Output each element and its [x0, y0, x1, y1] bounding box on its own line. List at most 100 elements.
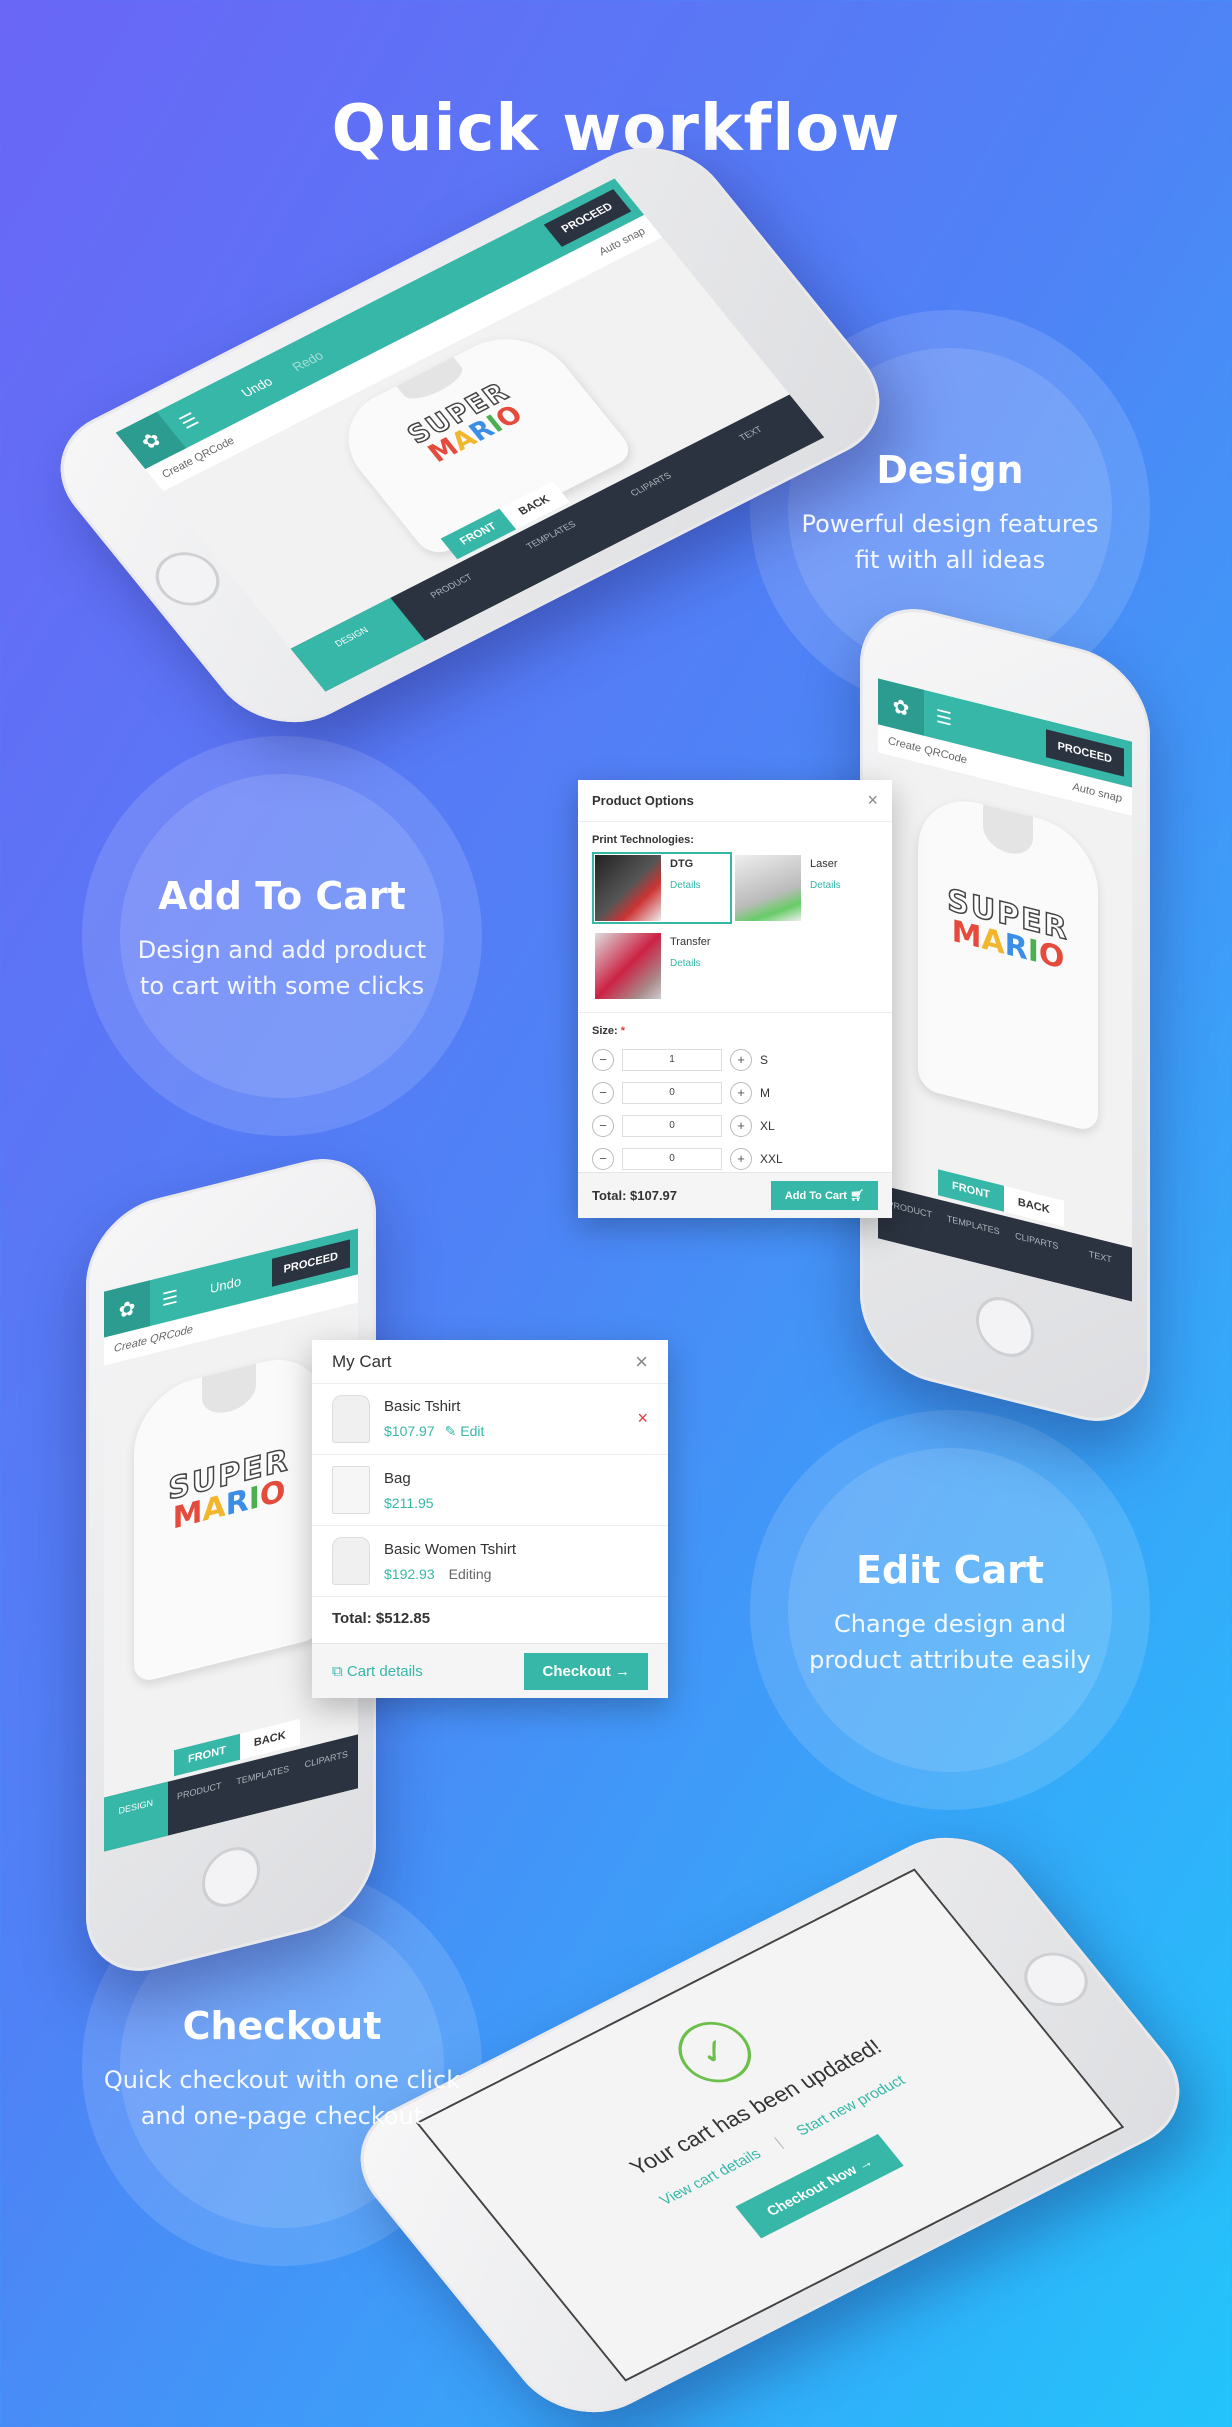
print-tech-label: Print Technologies: [592, 834, 694, 846]
tshirt-collar [982, 804, 1034, 860]
item-name: Basic Women Tshirt [384, 1540, 516, 1558]
item-price: $107.97 [384, 1423, 435, 1439]
decrement-button[interactable]: − [592, 1147, 614, 1170]
cart-item: Basic Tshirt $107.97 ✎ Edit × [312, 1384, 668, 1455]
undo-button[interactable]: Undo [210, 1273, 241, 1296]
remove-icon[interactable]: × [637, 1408, 648, 1429]
feature-title: Edit Cart [855, 1548, 1044, 1592]
cart-item: Basic Women Tshirt $192.93 Editing [312, 1526, 668, 1597]
undo-button[interactable]: Undo [238, 374, 275, 400]
nav-text[interactable]: TEXT [1069, 1232, 1133, 1302]
item-price: $192.93 [384, 1565, 435, 1582]
quantity-input[interactable]: 0 [622, 1081, 722, 1104]
home-button [976, 1290, 1034, 1364]
popup-header: Product Options × [578, 780, 892, 822]
cart-total: Total: $512.85 [332, 1610, 431, 1627]
nav-cliparts[interactable]: CLIPARTS [1005, 1216, 1069, 1286]
tshirt-preview: SUPER MARIO [918, 788, 1098, 1134]
menu-icon[interactable]: ☰ [924, 702, 964, 733]
feature-title: Checkout [182, 2004, 382, 2048]
feature-desc: Change design and product attribute easi… [809, 1610, 1091, 1674]
mario-print: SUPER MARIO [167, 1442, 290, 1537]
feature-title: Design [876, 448, 1024, 492]
size-row-s: − 1 + S [578, 1043, 892, 1076]
nav-templates[interactable]: TEMPLATES [942, 1200, 1006, 1270]
phone-screen: ✓ Your cart has been updated! View cart … [415, 1868, 1125, 2382]
nav-product[interactable]: PRODUCT [168, 1766, 232, 1836]
feature-desc: Powerful design features fit with all id… [801, 510, 1099, 574]
quantity-input[interactable]: 1 [622, 1048, 722, 1071]
nav-design[interactable]: DESIGN [104, 1781, 168, 1852]
success-check-icon: ✓ [664, 2010, 766, 2094]
tech-option-transfer[interactable]: Transfer Details [592, 930, 732, 1002]
popup-footer: Total: $107.97 Add To Cart 🛒︎ [578, 1172, 892, 1218]
phone-screen: ✿ ☰ Undo Redo PROCEED Create QRCode Auto… [115, 178, 825, 692]
tech-option-dtg[interactable]: DTG Details [592, 852, 732, 924]
edit-link[interactable]: ✎ Edit [445, 1423, 485, 1439]
increment-button[interactable]: + [730, 1114, 752, 1137]
editing-status: Editing [448, 1565, 492, 1582]
tech-details-link[interactable]: Details [670, 880, 701, 891]
tshirt-thumbnail [332, 1395, 370, 1443]
arrow-right-icon: → [853, 2153, 876, 2173]
dtg-thumbnail [595, 855, 661, 921]
cart-item: Bag $211.95 [312, 1455, 668, 1526]
cart-details-link[interactable]: ⧉ Cart details [332, 1663, 423, 1680]
redo-button[interactable]: Redo [289, 348, 326, 374]
feature-add-to-cart: Add To Cart Design and add product to ca… [82, 736, 482, 1136]
bag-thumbnail [332, 1466, 370, 1514]
increment-button[interactable]: + [730, 1147, 752, 1170]
feature-desc: Design and add product to cart with some… [137, 936, 427, 1000]
quantity-input[interactable]: 0 [622, 1114, 722, 1137]
size-label: Size: * [578, 1012, 892, 1043]
feature-edit-cart: Edit Cart Change design and product attr… [750, 1410, 1150, 1810]
quantity-input[interactable]: 0 [622, 1147, 722, 1170]
checkout-button[interactable]: Checkout → [524, 1652, 648, 1690]
decrement-button[interactable]: − [592, 1114, 614, 1137]
size-name: XL [760, 1118, 775, 1133]
tech-name: DTG [670, 858, 694, 870]
pencil-icon: ✎ [444, 1423, 457, 1439]
popup-title: Product Options [592, 793, 694, 808]
item-price: $211.95 [384, 1494, 434, 1511]
tech-name: Laser [810, 858, 838, 870]
popup-header: My Cart × [312, 1340, 668, 1384]
increment-button[interactable]: + [730, 1048, 752, 1071]
item-name: Bag [384, 1469, 411, 1487]
tshirt-thumbnail [332, 1537, 370, 1585]
close-icon[interactable]: × [867, 790, 878, 811]
tech-option-laser[interactable]: Laser Details [732, 852, 872, 924]
arrow-right-icon: → [615, 1662, 630, 1680]
order-total: Total: $107.97 [592, 1188, 678, 1203]
tech-name: Transfer [670, 936, 711, 948]
tech-details-link[interactable]: Details [810, 880, 841, 891]
auto-snap-toggle[interactable]: Auto snap [1072, 781, 1122, 805]
increment-button[interactable]: + [730, 1081, 752, 1104]
home-button [202, 1840, 260, 1914]
decrement-button[interactable]: − [592, 1081, 614, 1104]
phone-product-options: ✿ ☰ PROCEED Create QRCode Auto snap SUPE… [860, 593, 1150, 1437]
tech-list: DTG Details Laser Details Transfer Details [578, 852, 892, 1008]
size-row-xxl: − 0 + XXL [578, 1142, 892, 1175]
tshirt-preview: SUPER MARIO [134, 1346, 324, 1685]
item-name: Basic Tshirt [384, 1398, 461, 1415]
close-icon[interactable]: × [635, 1349, 648, 1375]
popup-footer: ⧉ Cart details Checkout → [312, 1643, 668, 1698]
popup-title: My Cart [332, 1351, 392, 1371]
size-row-xl: − 0 + XL [578, 1109, 892, 1142]
phone-design: ✿ ☰ Undo Redo PROCEED Create QRCode Auto… [30, 124, 910, 746]
menu-icon[interactable]: ☰ [150, 1283, 190, 1314]
phone-screen: ✿ ☰ PROCEED Create QRCode Auto snap SUPE… [878, 678, 1133, 1302]
mario-print: SUPER MARIO [946, 882, 1069, 977]
size-name: S [760, 1052, 769, 1067]
tech-details-link[interactable]: Details [670, 958, 711, 969]
add-to-cart-button[interactable]: Add To Cart 🛒︎ [770, 1181, 878, 1210]
decrement-button[interactable]: − [592, 1048, 614, 1071]
checkout-links: View cart details | Start new product [656, 2072, 909, 2209]
external-link-icon: ⧉ [332, 1662, 343, 1680]
transfer-thumbnail [595, 933, 661, 999]
nav-cliparts[interactable]: CLIPARTS [295, 1734, 359, 1804]
size-name: M [760, 1085, 770, 1100]
cart-icon: 🛒︎ [850, 1190, 864, 1202]
nav-templates[interactable]: TEMPLATES [231, 1750, 295, 1820]
